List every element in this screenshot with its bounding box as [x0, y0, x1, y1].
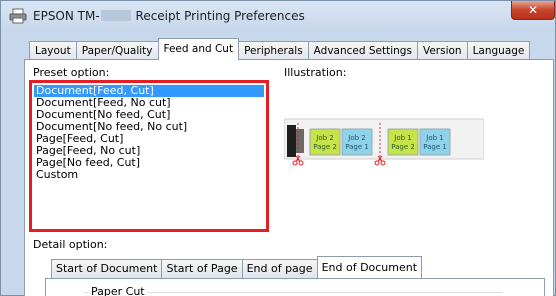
title-suffix: Receipt Printing Preferences [135, 9, 305, 23]
page-label-job2-p2-line2: Page 2 [313, 143, 337, 151]
main-tabstrip: Layout Paper/Quality Feed and Cut Periph… [29, 38, 531, 60]
page-job1-page1 [419, 128, 451, 156]
detail-panel: Paper Cut [45, 278, 545, 296]
page-label-job1-p1-line1: Job 1 [425, 134, 443, 142]
preset-option-label: Preset option: [33, 66, 110, 79]
close-button[interactable]: ✕ [511, 1, 555, 20]
page-label-job2-p1-line2: Page 1 [345, 143, 369, 151]
page-label-job1-p2-line2: Page 2 [391, 143, 415, 151]
page-label-job1-p1-line2: Page 1 [423, 143, 447, 151]
illustration-label: Illustration: [284, 66, 347, 79]
printing-preferences-window: EPSON TM- Receipt Printing Preferences ✕… [0, 0, 556, 296]
tab-paper-quality[interactable]: Paper/Quality [75, 41, 159, 60]
feed-and-cut-panel: Preset option: Document[Feed, Cut] Docum… [24, 59, 554, 296]
printer-icon [9, 8, 27, 24]
tab-end-of-document[interactable]: End of Document [316, 256, 423, 278]
window-title: EPSON TM- Receipt Printing Preferences [33, 9, 305, 23]
tab-layout[interactable]: Layout [29, 41, 77, 60]
preset-listbox[interactable]: Document[Feed, Cut] Document[Feed, No cu… [31, 82, 267, 230]
page-job2-page1 [341, 128, 373, 156]
tab-start-of-page[interactable]: Start of Page [161, 259, 243, 278]
page-job2-page2 [309, 128, 341, 156]
title-bar[interactable]: EPSON TM- Receipt Printing Preferences ✕ [1, 1, 556, 31]
detail-option-label: Detail option: [33, 238, 108, 251]
illustration-graphic: Job 2 Page 2 Job 2 Page 1 Job 1 Page 2 J… [284, 118, 484, 166]
printer-head [287, 125, 296, 157]
detail-tabstrip: Start of Document Start of Page End of p… [51, 256, 423, 278]
page-label-job2-p2-line1: Job 2 [315, 134, 333, 142]
page-label-job2-p1-line1: Job 2 [347, 134, 365, 142]
title-prefix: EPSON TM- [33, 9, 100, 23]
preset-item-custom[interactable]: Custom [34, 169, 80, 181]
tab-start-of-document[interactable]: Start of Document [51, 259, 163, 278]
close-icon: ✕ [527, 3, 539, 17]
redacted-model [100, 10, 131, 21]
tab-advanced-settings[interactable]: Advanced Settings [307, 41, 418, 60]
page-label-job1-p2-line1: Job 1 [393, 134, 411, 142]
tab-peripherals[interactable]: Peripherals [238, 41, 309, 60]
tab-version[interactable]: Version [416, 41, 468, 60]
paper-cut-group-label: Paper Cut [88, 285, 148, 296]
tab-end-of-page[interactable]: End of page [241, 259, 318, 278]
tab-language[interactable]: Language [466, 41, 531, 60]
tab-feed-and-cut[interactable]: Feed and Cut [157, 38, 240, 60]
page-job1-page2 [387, 128, 419, 156]
